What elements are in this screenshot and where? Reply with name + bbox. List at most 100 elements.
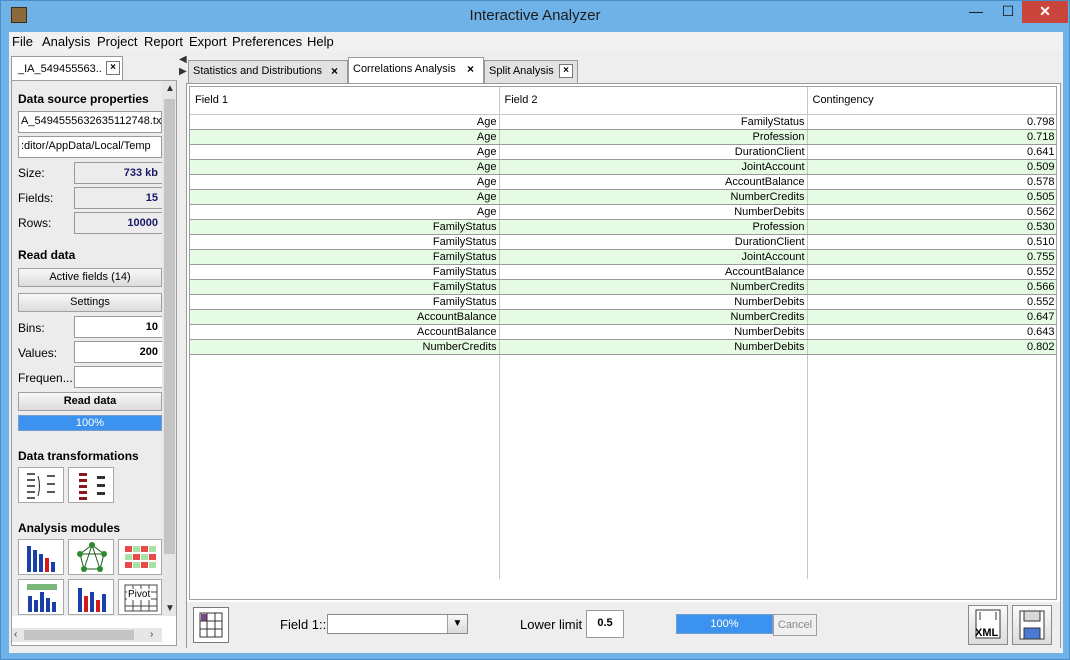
empty-cell [190,489,500,504]
menu-export[interactable]: Export [189,34,227,49]
bottom-toolbar: Field 1:: ▼ Lower limit 0.5 100% Cancel … [187,602,1060,648]
header-field2[interactable]: Field 2 [499,87,808,115]
lower-limit-input[interactable]: 0.5 [586,610,624,638]
grid-view-button[interactable] [193,607,229,643]
menu-project[interactable]: Project [97,34,137,49]
table-row[interactable]: AccountBalance NumberDebits 0.643 [190,324,1056,340]
title-bar[interactable]: Interactive Analyzer — ☐ ✕ [1,1,1069,32]
read-data-button[interactable]: Read data [18,392,162,411]
left-tab-bar: _IA_549455563.. × [9,52,179,80]
scroll-left-icon[interactable]: ‹ [14,629,17,640]
export-xml-button[interactable]: XML [968,605,1008,645]
transform-bins-icon[interactable] [68,467,114,503]
chevron-down-icon[interactable]: ▼ [447,615,467,633]
header-contingency[interactable]: Contingency [807,87,1056,115]
frequency-label: Frequen... [18,371,73,385]
close-window-button[interactable]: ✕ [1022,1,1068,23]
tab-split[interactable]: Split Analysis × [484,60,578,84]
table-row[interactable]: FamilyStatus NumberCredits 0.566 [190,279,1056,295]
file-name-field[interactable]: A_5494555632635112748.txt [18,111,162,133]
file-path-field[interactable]: :ditor/AppData/Local/Temp [18,136,162,158]
cell-field2: NumberDebits [499,324,808,340]
compare-module-icon[interactable] [68,579,114,615]
save-button[interactable] [1012,605,1052,645]
empty-cell [807,414,1056,429]
table-row[interactable]: Age JointAccount 0.509 [190,159,1056,175]
tab-data-source[interactable]: _IA_549455563.. × [11,56,123,80]
close-split-tab-icon[interactable]: × [559,64,573,78]
values-label: Values: [18,346,58,360]
empty-table-row [190,399,1056,414]
left-horizontal-scroll-thumb[interactable] [24,630,134,640]
maximize-button[interactable]: ☐ [993,1,1023,23]
empty-table-row [190,549,1056,564]
table-row[interactable]: Age NumberDebits 0.562 [190,204,1056,220]
frequency-input[interactable] [74,366,162,388]
empty-cell [499,564,808,579]
close-correlations-tab-icon[interactable]: × [467,62,474,76]
table-row[interactable]: NumberCredits NumberDebits 0.802 [190,339,1056,355]
read-data-title: Read data [18,248,76,262]
active-fields-button[interactable]: Active fields (14) [18,268,162,287]
rows-value: 10000 [74,212,162,234]
close-statistics-tab-icon[interactable]: × [331,64,338,78]
scroll-down-icon[interactable]: ▼ [165,603,175,614]
heatmap-module-icon[interactable] [118,539,162,575]
bins-input[interactable]: 10 [74,316,162,338]
correlations-table: Field 1 Field 2 Contingency Age FamilySta… [190,87,1056,579]
empty-cell [807,399,1056,414]
table-row[interactable]: FamilyStatus JointAccount 0.755 [190,249,1056,265]
cancel-button[interactable]: Cancel [773,614,817,636]
tab-statistics[interactable]: Statistics and Distributions × [188,60,348,84]
cell-field2: NumberCredits [499,279,808,295]
cell-field2: FamilyStatus [499,114,808,130]
scroll-right-icon[interactable]: › [150,629,153,640]
table-row[interactable]: Age DurationClient 0.641 [190,144,1056,160]
transform-sort-icon[interactable] [18,467,64,503]
table-row[interactable]: Age FamilyStatus 0.798 [190,114,1056,130]
split-module-icon[interactable] [18,579,64,615]
left-vertical-scroll-thumb[interactable] [164,99,175,554]
menu-report[interactable]: Report [144,34,183,49]
table-row[interactable]: Age Profession 0.718 [190,129,1056,145]
cell-field2: DurationClient [499,234,808,250]
network-module-icon[interactable] [68,539,114,575]
scroll-up-icon[interactable]: ▲ [165,83,175,94]
empty-table-row [190,474,1056,489]
empty-cell [807,519,1056,534]
empty-cell [807,489,1056,504]
table-row[interactable]: Age NumberCredits 0.505 [190,189,1056,205]
header-field1[interactable]: Field 1 [190,87,500,115]
empty-table-row [190,444,1056,459]
transformations-title: Data transformations [18,449,139,463]
table-row[interactable]: FamilyStatus AccountBalance 0.552 [190,264,1056,280]
menu-analysis[interactable]: Analysis [42,34,90,49]
distribution-module-icon[interactable] [18,539,64,575]
tab-correlations[interactable]: Correlations Analysis × [348,57,484,85]
empty-cell [499,429,808,444]
table-row[interactable]: FamilyStatus DurationClient 0.510 [190,234,1056,250]
cell-field1: Age [190,144,500,160]
table-row[interactable]: Age AccountBalance 0.578 [190,174,1056,190]
cell-contingency: 0.530 [807,219,1056,235]
empty-cell [807,354,1056,369]
cell-field2: JointAccount [499,159,808,175]
menu-file[interactable]: File [12,34,33,49]
pivot-module-icon[interactable]: Pivot [118,579,162,615]
table-row[interactable]: AccountBalance NumberCredits 0.647 [190,309,1056,325]
table-row[interactable]: FamilyStatus NumberDebits 0.552 [190,294,1056,310]
left-vertical-scrollbar[interactable]: ▲ ▼ [162,81,176,616]
menu-preferences[interactable]: Preferences [232,34,302,49]
empty-cell [807,444,1056,459]
panel-splitter[interactable]: ◀ ▶ [179,52,187,653]
minimize-button[interactable]: — [961,1,991,23]
close-tab-icon[interactable]: × [106,61,120,75]
left-horizontal-scrollbar[interactable]: ‹ › [12,628,162,642]
empty-table-row [190,429,1056,444]
menu-help[interactable]: Help [307,34,334,49]
field1-dropdown[interactable]: ▼ [327,614,468,634]
values-input[interactable]: 200 [74,341,162,363]
empty-cell [190,369,500,384]
settings-button[interactable]: Settings [18,293,162,312]
table-row[interactable]: FamilyStatus Profession 0.530 [190,219,1056,235]
